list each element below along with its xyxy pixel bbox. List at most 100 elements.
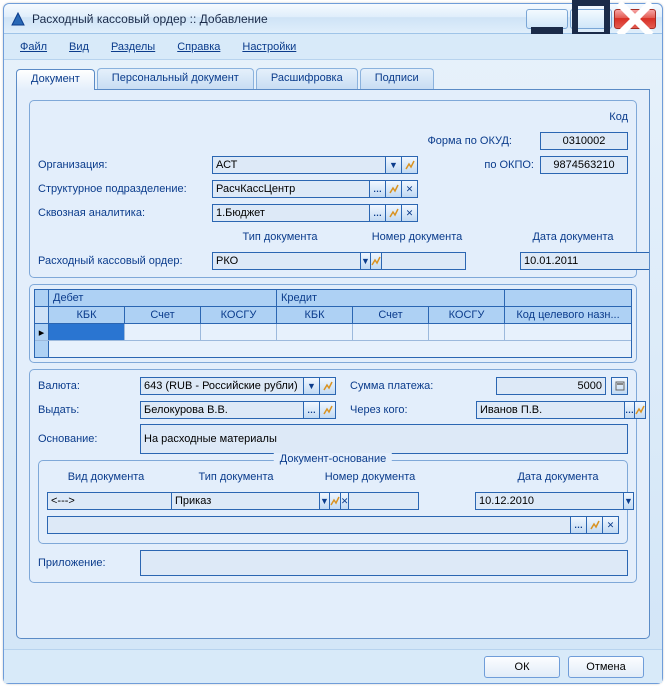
analytics-dots-icon[interactable]: …: [369, 204, 386, 222]
cell-dbt-kbk[interactable]: [49, 324, 125, 340]
org-lookup-icon[interactable]: [401, 156, 418, 174]
app-window: Расходный кассовый ордер :: Добавление Ф…: [3, 3, 663, 684]
docdate-combo: ▼: [520, 252, 628, 270]
cancel-button[interactable]: Отмена: [568, 656, 644, 678]
button-bar: ОК Отмена: [4, 649, 662, 683]
struct-clear-icon[interactable]: ✕: [401, 180, 418, 198]
hdr-dbt-acct: Счет: [125, 307, 201, 324]
doctype-lookup-icon[interactable]: [370, 252, 382, 270]
basis-date-combo: ▼: [475, 492, 573, 510]
via-lookup-icon[interactable]: [634, 401, 646, 419]
hdr-dbt-kosgu: КОСГУ: [201, 307, 277, 324]
hdr-debet: Дебет: [49, 290, 277, 307]
hdr-kredit: Кредит: [277, 290, 505, 307]
struct-input[interactable]: [212, 180, 370, 198]
basis-date-dropdown-icon[interactable]: ▼: [623, 492, 634, 510]
menu-settings[interactable]: Настройки: [242, 41, 296, 53]
client-area: Документ Персональный документ Расшифров…: [4, 60, 662, 649]
currency-input[interactable]: [140, 377, 304, 395]
give-dots-icon[interactable]: …: [303, 401, 320, 419]
label-currency: Валюта:: [38, 380, 134, 392]
cell-krd-acct[interactable]: [353, 324, 429, 340]
document-panel: Код Форма по ОКУД: Организация: ▼: [16, 90, 650, 639]
hdr-dbt-kbk: КБК: [49, 307, 125, 324]
header-block: Код Форма по ОКУД: Организация: ▼: [29, 100, 637, 278]
basis-view-combo: ▼: [47, 492, 165, 510]
basis-type-input[interactable]: [171, 492, 320, 510]
grid-block: Дебет Кредит КБК Счет КОСГУ КБК Счет КОС…: [29, 284, 637, 363]
window-title: Расходный кассовый ордер :: Добавление: [32, 12, 268, 26]
app-icon: [10, 11, 26, 27]
org-dropdown-icon[interactable]: ▼: [385, 156, 402, 174]
analytics-lookup-icon[interactable]: [385, 204, 402, 222]
basis-line-lookup-icon[interactable]: [586, 516, 603, 534]
cell-krd-kosgu[interactable]: [429, 324, 505, 340]
amount-input[interactable]: [496, 377, 606, 395]
cell-dbt-kosgu[interactable]: [201, 324, 277, 340]
struct-lookup-icon[interactable]: [385, 180, 402, 198]
give-lookup-icon[interactable]: [319, 401, 336, 419]
menubar: Файл Вид Разделы Справка Настройки: [4, 34, 662, 60]
tab-personal[interactable]: Персональный документ: [97, 68, 254, 89]
cell-krd-kbk[interactable]: [277, 324, 353, 340]
menu-file[interactable]: Файл: [20, 41, 47, 53]
menu-help[interactable]: Справка: [177, 41, 220, 53]
basis-line-dots-icon[interactable]: …: [570, 516, 587, 534]
currency-lookup-icon[interactable]: [319, 377, 336, 395]
attach-input[interactable]: [140, 550, 628, 576]
hdr-targetcode: Код целевого назн...: [505, 307, 631, 324]
reason-input[interactable]: [140, 424, 628, 454]
grid-header-2: КБК Счет КОСГУ КБК Счет КОСГУ Код целево…: [35, 307, 631, 324]
basis-date-input[interactable]: [475, 492, 624, 510]
doctype-input[interactable]: [212, 252, 361, 270]
okpo-field[interactable]: [540, 156, 628, 174]
grid-row[interactable]: ▸: [35, 324, 631, 341]
grid-header-1: Дебет Кредит: [35, 290, 631, 307]
payment-block: Валюта: ▼ Сумма платежа:: [29, 369, 637, 583]
basis-fieldset: Документ-основание Вид документа Тип док…: [38, 460, 628, 544]
row-marker-icon: ▸: [35, 324, 49, 340]
menu-sections[interactable]: Разделы: [111, 41, 155, 53]
org-input[interactable]: [212, 156, 386, 174]
label-reason: Основание:: [38, 433, 134, 445]
label-docdate: Дата документа: [518, 231, 628, 243]
hdr-krd-kbk: КБК: [277, 307, 353, 324]
label-org: Организация:: [38, 159, 206, 171]
label-basis-type: Тип документа: [171, 471, 301, 483]
amount-calc-icon[interactable]: [611, 377, 628, 395]
give-input[interactable]: [140, 401, 304, 419]
menu-view[interactable]: Вид: [69, 41, 89, 53]
minimize-button[interactable]: [526, 9, 568, 29]
ok-button[interactable]: ОК: [484, 656, 560, 678]
basis-line-clear-icon[interactable]: ✕: [602, 516, 619, 534]
tab-sign[interactable]: Подписи: [360, 68, 434, 89]
close-button[interactable]: [614, 9, 656, 29]
accounting-grid[interactable]: Дебет Кредит КБК Счет КОСГУ КБК Счет КОС…: [34, 289, 632, 358]
analytics-input[interactable]: [212, 204, 370, 222]
label-give: Выдать:: [38, 404, 134, 416]
via-input[interactable]: [476, 401, 625, 419]
okud-field[interactable]: [540, 132, 628, 150]
basis-type-clear-icon[interactable]: ✕: [340, 492, 350, 510]
basis-line-input[interactable]: [47, 516, 571, 534]
maximize-button[interactable]: [570, 9, 612, 29]
via-combo: …: [476, 401, 628, 419]
label-struct: Структурное подразделение:: [38, 183, 206, 195]
org-combo: ▼: [212, 156, 418, 174]
hdr-krd-kosgu: КОСГУ: [429, 307, 505, 324]
titlebar: Расходный кассовый ордер :: Добавление: [4, 4, 662, 34]
cell-targetcode[interactable]: [505, 324, 631, 340]
analytics-combo: … ✕: [212, 204, 418, 222]
tab-decode[interactable]: Расшифровка: [256, 68, 358, 89]
currency-dropdown-icon[interactable]: ▼: [303, 377, 320, 395]
cell-dbt-acct[interactable]: [125, 324, 201, 340]
docdate-input[interactable]: [520, 252, 650, 270]
tabstrip: Документ Персональный документ Расшифров…: [16, 68, 650, 90]
label-orderline: Расходный кассовый ордер:: [38, 255, 206, 267]
analytics-clear-icon[interactable]: ✕: [401, 204, 418, 222]
label-basis-num: Номер документа: [307, 471, 433, 483]
tab-document[interactable]: Документ: [16, 69, 95, 90]
label-docnum: Номер документа: [354, 231, 480, 243]
doctype-combo: ▼: [212, 252, 332, 270]
struct-dots-icon[interactable]: …: [369, 180, 386, 198]
